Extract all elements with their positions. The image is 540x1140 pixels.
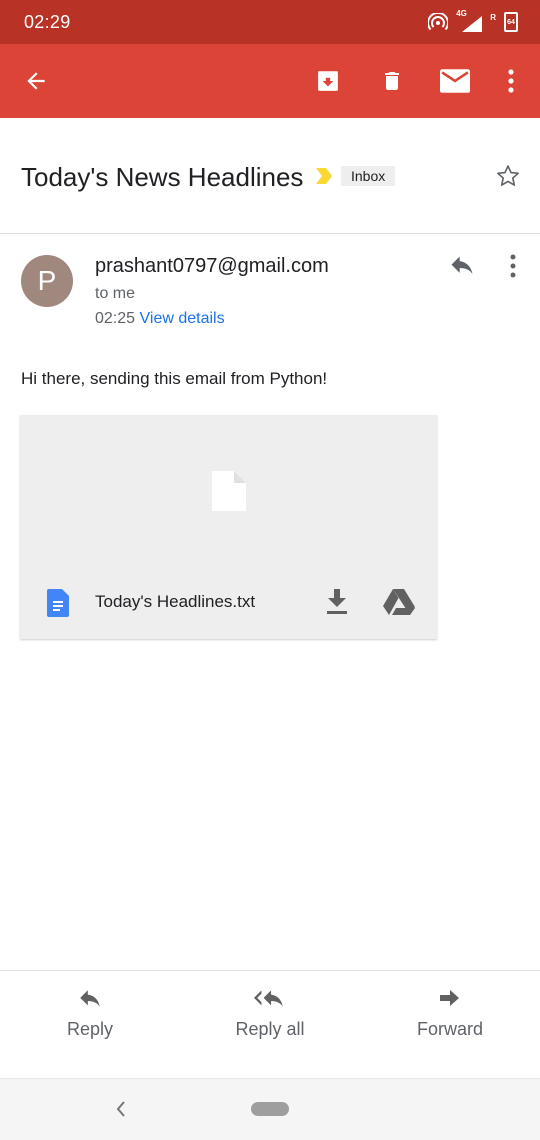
file-preview-icon (212, 471, 246, 511)
arrow-back-icon (27, 72, 45, 90)
status-bar: 02:29 4G R 64 (0, 0, 540, 44)
message-actions-bar: Reply Reply all Forward (0, 970, 540, 1078)
forward-icon (440, 990, 459, 1006)
app-bar (0, 44, 540, 118)
status-time: 02:29 (24, 12, 71, 32)
attachment-filename: Today's Headlines.txt (95, 592, 256, 611)
more-options-button[interactable] (486, 56, 536, 106)
system-back-button[interactable] (110, 1097, 132, 1121)
save-to-drive-button[interactable] (380, 585, 418, 619)
reply-button-top[interactable] (444, 252, 480, 282)
email-body: Hi there, sending this email from Python… (21, 369, 328, 388)
reply-button[interactable]: Reply (66, 989, 114, 1040)
avatar[interactable]: P (21, 255, 73, 307)
forward-label: Forward (416, 1019, 483, 1039)
forward-button[interactable]: Forward (414, 989, 486, 1040)
attachment-card[interactable]: Today's Headlines.txt (20, 415, 437, 639)
mail-icon (440, 69, 470, 93)
importance-marker-icon[interactable] (314, 166, 334, 186)
star-icon[interactable] (494, 162, 522, 190)
signal-icon: 4G (456, 9, 486, 32)
archive-button[interactable] (303, 56, 353, 106)
recipient-text: to me (95, 285, 136, 302)
roaming-indicator: R (490, 12, 496, 22)
sender-email: prashant0797@gmail.com (95, 255, 329, 277)
document-icon (47, 589, 69, 617)
system-nav-bar (0, 1078, 540, 1140)
status-icons: 4G R 64 (428, 9, 518, 32)
email-time: 02:25 (95, 310, 136, 327)
system-home-button[interactable] (251, 1102, 289, 1116)
inbox-label[interactable]: Inbox (341, 166, 396, 186)
battery-icon: 64 (504, 12, 518, 32)
reply-all-button[interactable]: Reply all (232, 989, 308, 1040)
download-icon (327, 589, 347, 614)
subject-section: Today's News Headlines (0, 118, 540, 234)
reply-all-label: Reply all (235, 1019, 305, 1039)
hotspot-icon (428, 13, 449, 31)
mark-unread-button[interactable] (430, 56, 480, 106)
google-drive-icon (383, 589, 415, 615)
view-details-link[interactable]: View details (140, 310, 225, 327)
email-subject: Today's News Headlines (21, 162, 304, 192)
download-button[interactable] (320, 585, 354, 619)
delete-icon (385, 72, 399, 90)
more-vert-icon (508, 69, 514, 93)
time-row: 02:25 View details (95, 310, 225, 328)
reply-icon (451, 256, 473, 274)
reply-all-icon (254, 990, 283, 1007)
delete-button[interactable] (367, 56, 417, 106)
reply-label: Reply (66, 1019, 114, 1039)
message-more-button[interactable] (500, 250, 526, 282)
chevron-left-icon (116, 1101, 125, 1117)
back-button[interactable] (11, 56, 61, 106)
more-vert-icon (510, 254, 516, 278)
archive-icon (318, 71, 338, 91)
battery-level: 64 (507, 19, 515, 26)
reply-icon (80, 990, 100, 1007)
